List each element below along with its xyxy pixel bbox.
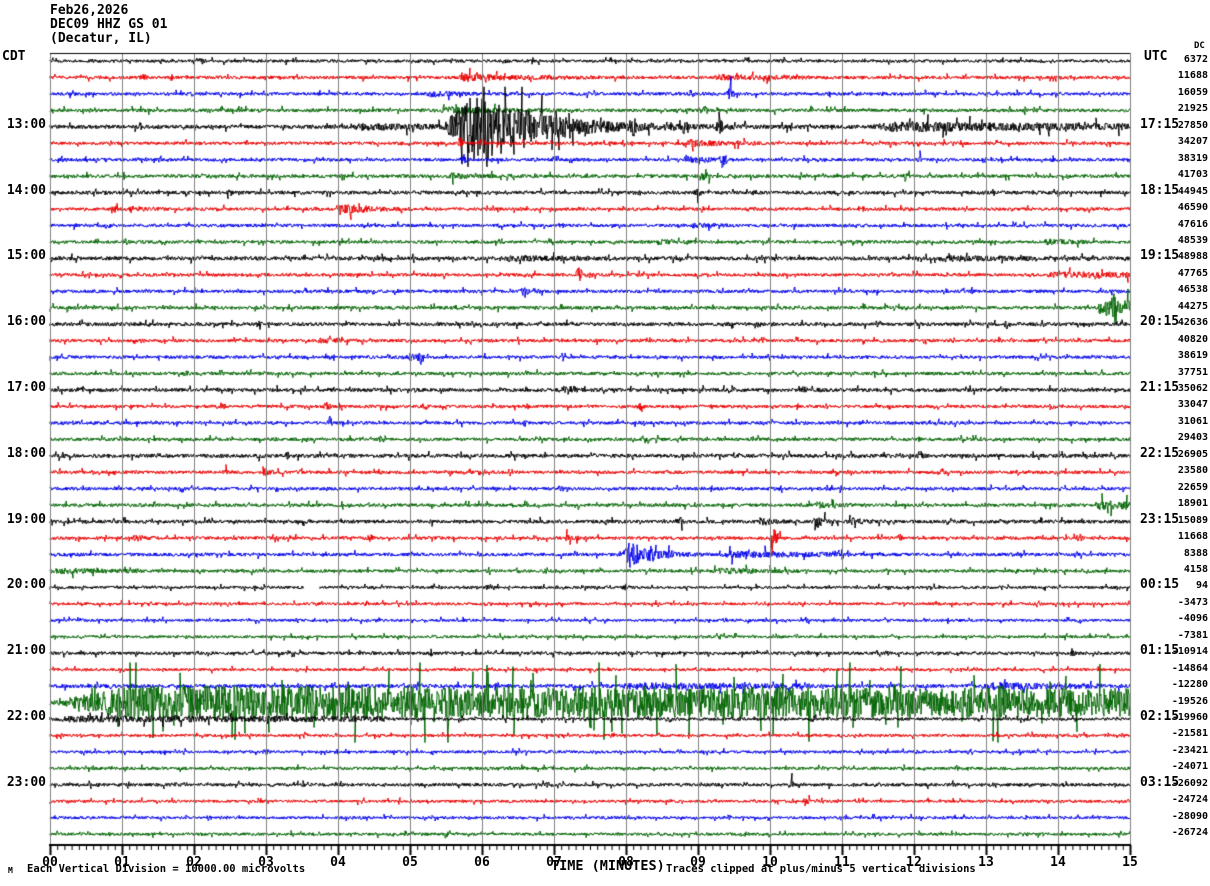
dc-offset-value: 47765 — [1177, 267, 1208, 279]
cdt-hour-label: 13:00 — [6, 116, 46, 132]
x-tick-label: 15 — [1122, 855, 1138, 870]
dc-offset-value: 42636 — [1177, 317, 1208, 329]
dc-offset-value: 94 — [1195, 580, 1208, 592]
cdt-hour-label: 14:00 — [6, 182, 46, 198]
dc-offset-value: 4158 — [1183, 563, 1208, 575]
dc-offset-value: -4096 — [1177, 613, 1208, 625]
dc-offset-value: 44275 — [1177, 300, 1208, 312]
helicorder-page: { "header": { "date": "Feb26,2026", "sta… — [0, 0, 1210, 886]
left-timezone-label: CDT — [2, 49, 26, 64]
dc-column-header: DC — [1194, 41, 1205, 51]
cdt-hour-label: 20:00 — [6, 577, 46, 593]
dc-offset-value: -19960 — [1171, 712, 1208, 723]
dc-offset-value: 41703 — [1177, 169, 1208, 181]
dc-offset-value: 16059 — [1177, 86, 1208, 98]
dc-offset-value: -3473 — [1177, 596, 1208, 608]
dc-offset-value: 46538 — [1177, 284, 1208, 296]
corner-glyph: M — [8, 866, 13, 875]
cdt-hour-label: 15:00 — [6, 248, 46, 264]
dc-offset-value: -21581 — [1171, 728, 1208, 740]
dc-offset-value: 23580 — [1177, 465, 1208, 477]
x-tick-label: 14 — [1050, 855, 1066, 870]
dc-offset-value: 15089 — [1177, 514, 1208, 526]
dc-offset-value: -10914 — [1171, 646, 1208, 658]
dc-offset-value: 21925 — [1177, 103, 1208, 115]
dc-offset-value: 38619 — [1177, 350, 1208, 362]
dc-offset-value: 11668 — [1177, 531, 1208, 543]
dc-offset-value: 37751 — [1177, 366, 1208, 378]
dc-offset-value: 27850 — [1177, 119, 1208, 131]
dc-offset-value: 48988 — [1177, 251, 1208, 263]
dc-offset-value: -26092 — [1171, 777, 1208, 789]
x-tick-label: 04 — [330, 855, 346, 870]
dc-offset-value: 35062 — [1177, 383, 1208, 394]
dc-offset-value: -24071 — [1171, 761, 1208, 773]
cdt-hour-label: 22:00 — [6, 709, 46, 724]
dc-offset-value: -19526 — [1171, 695, 1208, 707]
x-tick-label: 05 — [402, 855, 418, 870]
dc-offset-value: 8388 — [1183, 547, 1208, 559]
x-axis-title: TIME (MINUTES) — [551, 858, 665, 874]
dc-offset-value: -14864 — [1171, 662, 1208, 674]
x-tick-label: 06 — [474, 855, 490, 870]
dc-offset-value: 11688 — [1177, 70, 1208, 82]
seismogram-canvas — [0, 0, 1210, 886]
dc-offset-value: -26724 — [1171, 827, 1208, 839]
dc-offset-value: 18901 — [1177, 498, 1208, 510]
title-station: DEC09 HHZ GS 01 — [50, 17, 168, 32]
clip-note: Traces clipped at plus/minus 5 vertical … — [666, 863, 976, 875]
dc-offset-value: 46590 — [1177, 202, 1208, 214]
dc-offset-value: 22659 — [1177, 481, 1208, 493]
dc-offset-value: -12280 — [1171, 679, 1208, 691]
title-location: (Decatur, IL) — [50, 31, 152, 46]
cdt-hour-label: 23:00 — [6, 774, 46, 790]
cdt-hour-label: 19:00 — [6, 511, 46, 527]
dc-offset-value: 26905 — [1177, 448, 1208, 460]
cdt-hour-label: 16:00 — [6, 314, 46, 330]
cdt-hour-label: 18:00 — [6, 445, 46, 461]
dc-offset-value: -28090 — [1171, 810, 1208, 822]
dc-offset-value: 47616 — [1177, 218, 1208, 230]
cdt-hour-label: 17:00 — [6, 380, 46, 395]
title-date: Feb26,2026 — [50, 3, 129, 18]
dc-offset-value: -7381 — [1177, 629, 1208, 641]
x-tick-label: 13 — [978, 855, 994, 870]
dc-offset-value: 31061 — [1177, 415, 1208, 427]
dc-offset-value: 40820 — [1177, 333, 1208, 345]
dc-offset-value: 34207 — [1177, 136, 1208, 148]
dc-offset-value: 29403 — [1177, 432, 1208, 444]
dc-offset-value: 6372 — [1183, 54, 1208, 65]
dc-offset-value: -23421 — [1171, 744, 1208, 756]
dc-offset-value: 33047 — [1177, 399, 1208, 411]
dc-offset-value: 38319 — [1177, 152, 1208, 164]
dc-offset-value: 44945 — [1177, 185, 1208, 197]
scale-note: Each Vertical Division = 10000.00 microv… — [27, 863, 306, 875]
dc-offset-value: 48539 — [1177, 234, 1208, 246]
dc-offset-value: -24724 — [1171, 794, 1208, 806]
cdt-hour-label: 21:00 — [6, 643, 46, 659]
